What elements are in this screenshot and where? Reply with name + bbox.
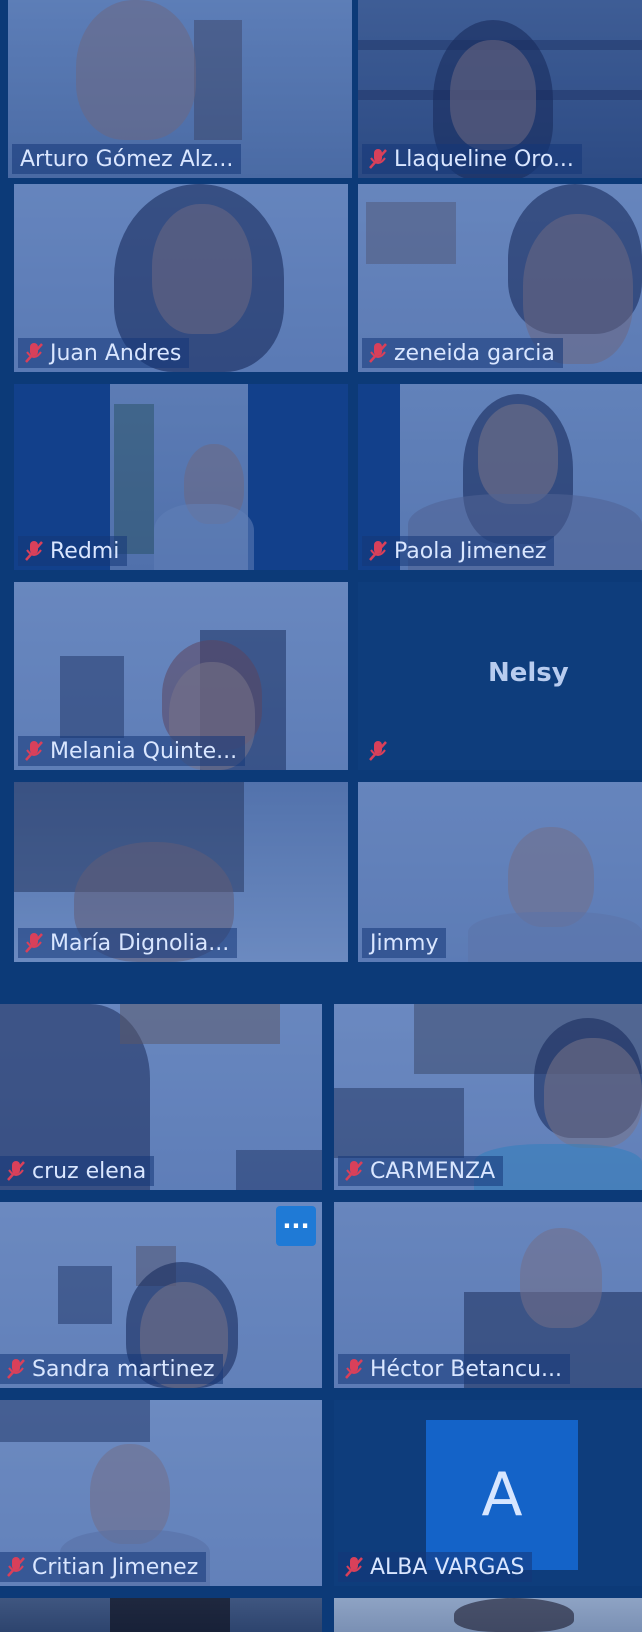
participant-name: Paola Jimenez <box>394 538 547 564</box>
mic-muted-icon <box>369 741 387 761</box>
participant-tile-arturo[interactable]: Arturo Gómez Alz... <box>8 0 352 178</box>
participant-tile-zeneida[interactable]: zeneida garcia <box>358 184 642 372</box>
participant-tile-cruz[interactable]: cruz elena <box>0 1004 322 1190</box>
participant-name-label: Llaqueline Oro... <box>362 144 582 174</box>
participant-name-label: Critian Jimenez <box>0 1552 207 1582</box>
participant-name-label: Héctor Betancu... <box>338 1354 570 1384</box>
mic-muted-icon <box>369 343 387 363</box>
participant-name: Héctor Betancu... <box>370 1356 562 1382</box>
participant-name-label: Jimmy <box>362 928 447 958</box>
participant-tile-carmenza[interactable]: CARMENZA <box>334 1004 642 1190</box>
mic-muted-icon <box>369 149 387 169</box>
mic-muted-icon <box>25 343 43 363</box>
participant-name-label: Redmi <box>18 536 128 566</box>
participant-name-label: ALBA VARGAS <box>338 1552 533 1582</box>
more-options-button[interactable]: ··· <box>276 1206 316 1246</box>
participant-name-label <box>362 736 396 766</box>
participant-name-label: zeneida garcia <box>362 338 563 368</box>
participant-tile-jimmy[interactable]: Jimmy <box>358 782 642 962</box>
participant-tile-hector[interactable]: Héctor Betancu... <box>334 1202 642 1388</box>
participant-name: zeneida garcia <box>394 340 555 366</box>
participant-name: Arturo Gómez Alz... <box>20 146 234 172</box>
mic-muted-icon <box>345 1557 363 1577</box>
participant-tile-partial-right[interactable] <box>334 1598 642 1632</box>
participant-name-label: cruz elena <box>0 1156 155 1186</box>
mic-muted-icon <box>7 1359 25 1379</box>
mic-muted-icon <box>25 741 43 761</box>
participant-name: Jimmy <box>370 930 439 956</box>
participant-name-label: Sandra martinez <box>0 1354 223 1384</box>
participant-tile-alba[interactable]: A ALBA VARGAS <box>334 1400 642 1586</box>
participant-name-label: CARMENZA <box>338 1156 504 1186</box>
participant-name-label: Melania Quinte... <box>18 736 246 766</box>
participant-name: Redmi <box>50 538 120 564</box>
mic-muted-icon <box>7 1557 25 1577</box>
participant-tile-sandra[interactable]: ··· Sandra martinez <box>0 1202 322 1388</box>
participant-name: María Dignolia... <box>50 930 230 956</box>
participant-tile-critian[interactable]: Critian Jimenez <box>0 1400 322 1586</box>
participant-tile-nelsy[interactable]: Nelsy <box>358 582 642 770</box>
participant-name: Sandra martinez <box>32 1356 215 1382</box>
participant-name: Melania Quinte... <box>50 738 238 764</box>
participant-name: CARMENZA <box>370 1158 496 1184</box>
participant-tile-paola[interactable]: Paola Jimenez <box>358 384 642 570</box>
avatar: A <box>426 1420 578 1570</box>
mic-muted-icon <box>345 1161 363 1181</box>
mic-muted-icon <box>25 933 43 953</box>
participant-name: ALBA VARGAS <box>370 1554 525 1580</box>
mic-muted-icon <box>25 541 43 561</box>
participant-name-label: Arturo Gómez Alz... <box>12 144 242 174</box>
participant-name-label: Juan Andres <box>18 338 190 368</box>
participant-name: cruz elena <box>32 1158 147 1184</box>
participant-name: Critian Jimenez <box>32 1554 199 1580</box>
participant-name: Llaqueline Oro... <box>394 146 574 172</box>
participant-tile-redmi[interactable]: Redmi <box>14 384 348 570</box>
participant-name-label: María Dignolia... <box>18 928 238 958</box>
participant-name-label: Paola Jimenez <box>362 536 555 566</box>
mic-muted-icon <box>345 1359 363 1379</box>
participant-name: Juan Andres <box>50 340 182 366</box>
participant-tile-maria[interactable]: María Dignolia... <box>14 782 348 962</box>
mic-muted-icon <box>7 1161 25 1181</box>
participant-tile-juan[interactable]: Juan Andres <box>14 184 348 372</box>
participant-display-name: Nelsy <box>488 658 569 688</box>
participant-tile-llaqueline[interactable]: Llaqueline Oro... <box>358 0 642 178</box>
participant-tile-partial-left[interactable] <box>0 1598 322 1632</box>
participant-tile-melania[interactable]: Melania Quinte... <box>14 582 348 770</box>
mic-muted-icon <box>369 541 387 561</box>
